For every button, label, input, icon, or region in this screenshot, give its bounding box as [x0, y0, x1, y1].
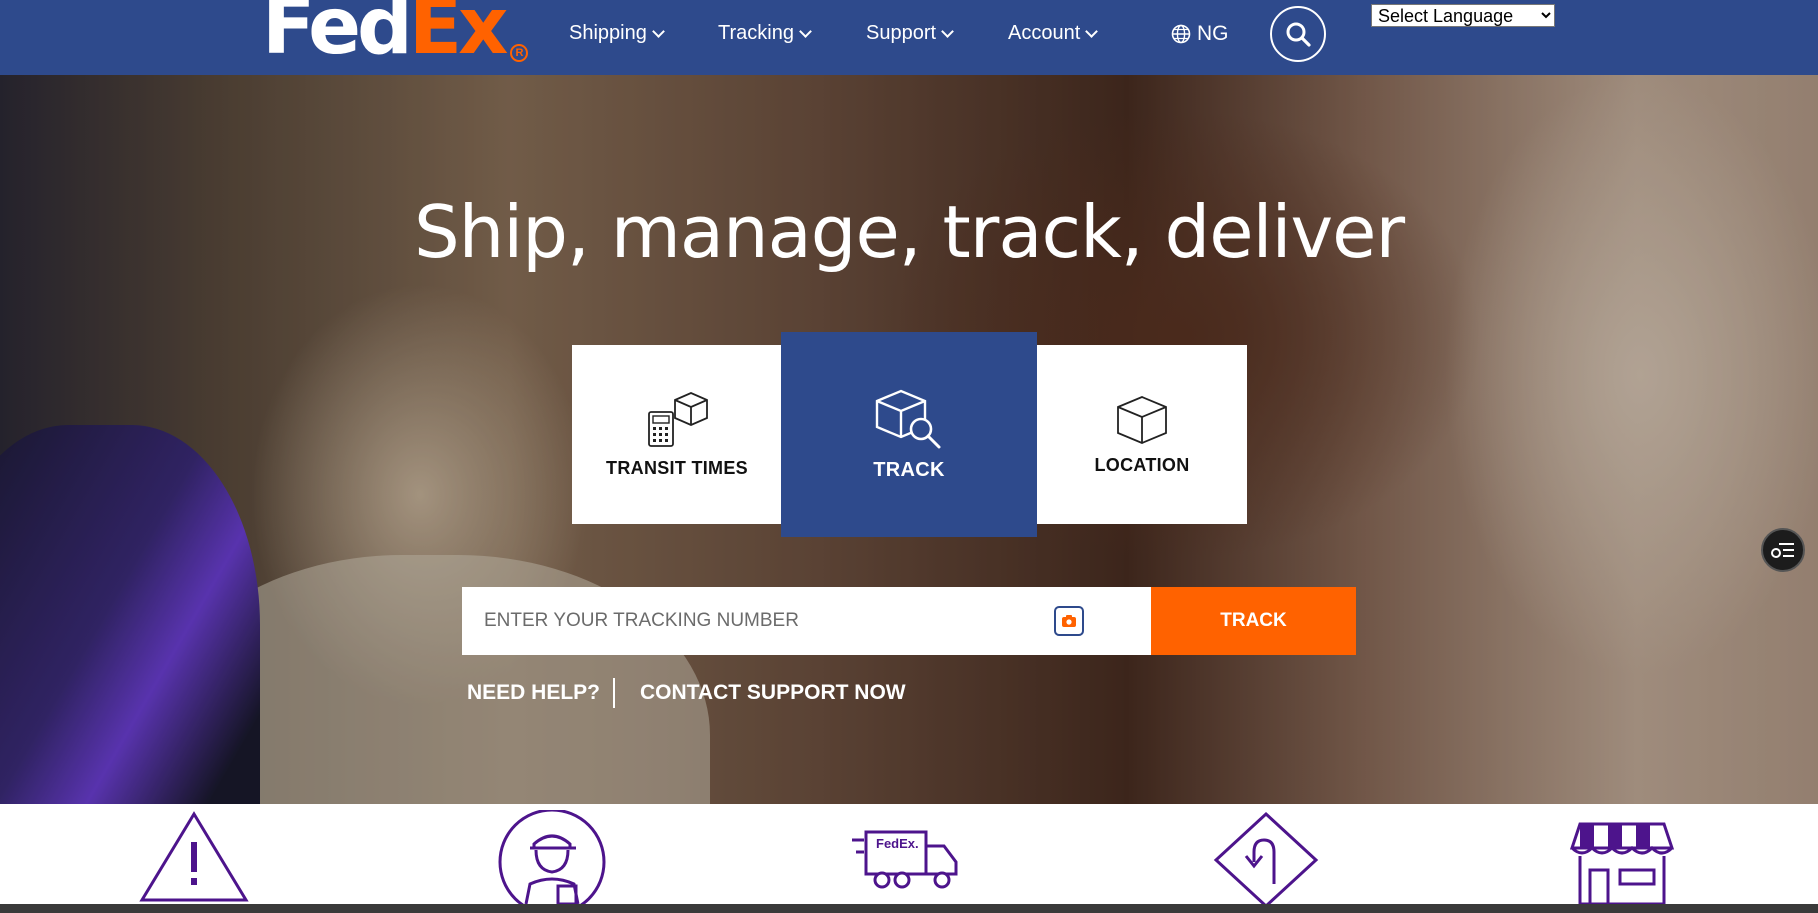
logo-fed: Fed — [262, 0, 413, 72]
track-submit-button[interactable]: TRACK — [1151, 587, 1356, 655]
warning-icon[interactable] — [138, 810, 250, 904]
page-bottom-edge — [0, 904, 1818, 913]
store-icon[interactable] — [1566, 810, 1678, 904]
search-icon — [1286, 22, 1311, 47]
nav-support-label: Support — [866, 22, 937, 44]
calculator-box-icon — [648, 392, 708, 447]
registered-mark: R — [510, 44, 529, 62]
location-label: LOCATION — [1094, 455, 1190, 475]
track-card[interactable]: TRACK — [781, 332, 1037, 537]
box-search-icon — [875, 389, 941, 449]
camera-scan-button[interactable] — [1054, 606, 1084, 636]
box-icon — [1117, 396, 1167, 444]
chevron-down-icon — [941, 25, 954, 38]
location-card[interactable]: LOCATION — [1037, 345, 1247, 524]
courier-person-icon[interactable] — [496, 810, 608, 904]
need-help-link[interactable]: NEED HELP? — [467, 681, 600, 705]
contact-support-link[interactable]: CONTACT SUPPORT NOW — [640, 681, 906, 705]
top-navigation-bar: FedEx R Shipping Tracking Support Accoun… — [0, 0, 1818, 75]
help-divider — [613, 678, 615, 708]
service-icons-strip: FedEx. — [0, 804, 1818, 904]
chevron-down-icon — [799, 25, 812, 38]
transit-times-label: TRANSIT TIMES — [606, 458, 748, 478]
return-sign-icon[interactable] — [1210, 810, 1322, 904]
nav-tracking[interactable]: Tracking — [718, 22, 812, 45]
toggle-list-icon — [1771, 543, 1794, 558]
chevron-down-icon — [1085, 25, 1099, 38]
tracking-input-container — [462, 587, 1151, 655]
transit-times-card[interactable]: TRANSIT TIMES — [572, 345, 782, 524]
nav-account-label: Account — [1008, 22, 1081, 44]
nav-tracking-label: Tracking — [718, 22, 794, 44]
nav-support[interactable]: Support — [866, 22, 954, 45]
search-button[interactable] — [1270, 6, 1326, 62]
language-select[interactable]: Select Language — [1371, 4, 1555, 27]
globe-icon — [1171, 24, 1191, 44]
country-selector[interactable]: NG — [1171, 22, 1229, 46]
fedex-van-icon[interactable]: FedEx. — [852, 810, 964, 904]
chevron-down-icon — [651, 25, 665, 38]
camera-icon — [1062, 615, 1076, 627]
nav-shipping[interactable]: Shipping — [569, 22, 665, 45]
track-card-label: TRACK — [873, 459, 945, 481]
logo-ex: Ex — [408, 0, 509, 72]
nav-account[interactable]: Account — [1008, 22, 1099, 45]
hero-banner: Ship, manage, track, deliver TRANSIT TIM… — [0, 75, 1818, 804]
accessibility-widget-button[interactable] — [1761, 528, 1805, 572]
hero-title: Ship, manage, track, deliver — [413, 190, 1405, 274]
tracking-number-input[interactable] — [462, 587, 1062, 655]
van-logo-text: FedEx. — [876, 836, 919, 851]
country-code: NG — [1197, 22, 1229, 45]
fedex-logo[interactable]: FedEx R — [262, 0, 529, 66]
nav-shipping-label: Shipping — [569, 22, 647, 44]
